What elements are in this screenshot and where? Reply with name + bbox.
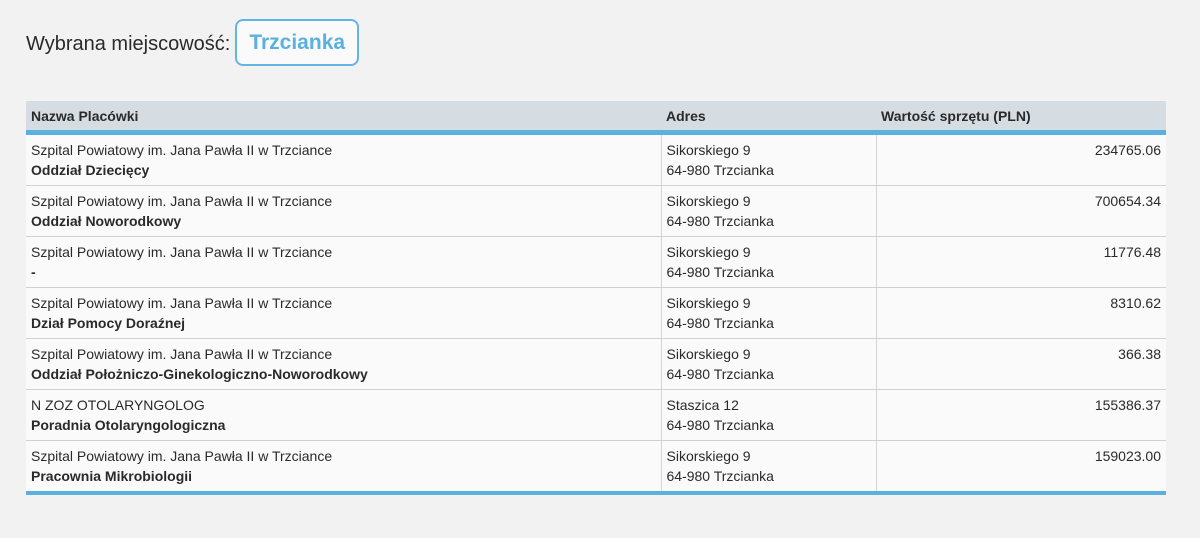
facility-unit: Oddział Dziecięcy [31, 162, 150, 178]
table-row: N ZOZ OTOLARYNGOLOG Poradnia Otolaryngolo… [26, 389, 1166, 441]
address-street: Sikorskiego 9 [666, 193, 751, 209]
address-cell: Sikorskiego 9 64-980 Trzcianka [661, 185, 877, 237]
selected-town-label: Wybrana miejscowość: [26, 33, 231, 55]
address-city: 64-980 Trzcianka [666, 264, 774, 280]
equipment-value-cell: 234765.06 [876, 132, 1166, 186]
facility-unit: Poradnia Otolaryngologiczna [31, 417, 226, 433]
equipment-value-cell: 700654.34 [876, 185, 1166, 237]
table-row: Szpital Powiatowy im. Jana Pawła II w Tr… [26, 338, 1166, 390]
column-header-address[interactable]: Adres [661, 101, 876, 133]
equipment-value: 366.38 [1118, 346, 1161, 362]
facility-cell: Szpital Powiatowy im. Jana Pawła II w Tr… [26, 338, 662, 390]
facility-unit: Oddział Położniczo-Ginekologiczno-Noworo… [31, 366, 368, 382]
facility-name: Szpital Powiatowy im. Jana Pawła II w Tr… [31, 244, 333, 260]
facility-unit: Dział Pomocy Doraźnej [31, 315, 186, 331]
facility-name: Szpital Powiatowy im. Jana Pawła II w Tr… [31, 142, 333, 158]
address-street: Sikorskiego 9 [666, 448, 751, 464]
address-cell: Staszica 12 64-980 Trzcianka [661, 389, 877, 441]
equipment-value: 700654.34 [1094, 193, 1161, 209]
address-city: 64-980 Trzcianka [666, 366, 774, 382]
address-cell: Sikorskiego 9 64-980 Trzcianka [661, 440, 877, 493]
equipment-value: 159023.00 [1094, 448, 1161, 464]
column-header-equipment-value[interactable]: Wartość sprzętu (PLN) [876, 101, 1166, 133]
table-row: Szpital Powiatowy im. Jana Pawła II w Tr… [26, 185, 1166, 237]
equipment-value-cell: 159023.00 [876, 441, 1166, 494]
address-cell: Sikorskiego 9 64-980 Trzcianka [661, 338, 877, 390]
facility-unit: - [31, 264, 36, 280]
address-city: 64-980 Trzcianka [666, 315, 774, 331]
address-city: 64-980 Trzcianka [666, 162, 774, 178]
facilities-table: Nazwa Placówki Adres Wartość sprzętu (PL… [26, 101, 1166, 495]
facility-cell: Szpital Powiatowy im. Jana Pawła II w Tr… [26, 185, 662, 237]
equipment-value: 155386.37 [1094, 397, 1161, 413]
address-city: 64-980 Trzcianka [666, 417, 774, 433]
facility-name: N ZOZ OTOLARYNGOLOG [31, 397, 205, 413]
equipment-value: 8310.62 [1110, 295, 1161, 311]
facility-cell: N ZOZ OTOLARYNGOLOG Poradnia Otolaryngolo… [26, 389, 662, 441]
address-cell: Sikorskiego 9 64-980 Trzcianka [661, 236, 877, 288]
address-city: 64-980 Trzcianka [666, 213, 774, 229]
equipment-value-cell: 366.38 [876, 338, 1166, 390]
facility-name: Szpital Powiatowy im. Jana Pawła II w Tr… [31, 295, 333, 311]
address-street: Staszica 12 [666, 397, 739, 413]
address-cell: Sikorskiego 9 64-980 Trzcianka [661, 287, 877, 339]
facility-name: Szpital Powiatowy im. Jana Pawła II w Tr… [31, 193, 333, 209]
equipment-value-cell: 11776.48 [876, 236, 1166, 288]
equipment-value-cell: 155386.37 [876, 389, 1166, 441]
equipment-value-cell: 8310.62 [876, 287, 1166, 339]
selected-town-badge[interactable]: Trzcianka [235, 19, 360, 66]
table-row: Szpital Powiatowy im. Jana Pawła II w Tr… [26, 287, 1166, 339]
table-row: Szpital Powiatowy im. Jana Pawła II w Tr… [26, 236, 1166, 288]
table-row: Szpital Powiatowy im. Jana Pawła II w Tr… [26, 440, 1166, 494]
address-street: Sikorskiego 9 [666, 142, 751, 158]
facility-cell: Szpital Powiatowy im. Jana Pawła II w Tr… [26, 440, 662, 493]
address-street: Sikorskiego 9 [666, 295, 751, 311]
table-row: Szpital Powiatowy im. Jana Pawła II w Tr… [26, 132, 1166, 186]
address-street: Sikorskiego 9 [666, 346, 751, 362]
table-header-row: Nazwa Placówki Adres Wartość sprzętu (PL… [26, 101, 1166, 133]
facility-name: Szpital Powiatowy im. Jana Pawła II w Tr… [31, 448, 333, 464]
address-street: Sikorskiego 9 [666, 244, 751, 260]
facility-name: Szpital Powiatowy im. Jana Pawła II w Tr… [31, 346, 333, 362]
facility-cell: Szpital Powiatowy im. Jana Pawła II w Tr… [26, 132, 662, 186]
equipment-value: 11776.48 [1103, 244, 1161, 260]
facility-cell: Szpital Powiatowy im. Jana Pawła II w Tr… [26, 236, 662, 288]
facility-cell: Szpital Powiatowy im. Jana Pawła II w Tr… [26, 287, 662, 339]
column-header-facility[interactable]: Nazwa Placówki [26, 101, 661, 133]
address-city: 64-980 Trzcianka [666, 468, 774, 484]
equipment-value: 234765.06 [1094, 142, 1161, 158]
town-selector: Wybrana miejscowość: Trzcianka [26, 19, 360, 66]
facility-unit: Oddział Noworodkowy [31, 213, 182, 229]
address-cell: Sikorskiego 9 64-980 Trzcianka [661, 132, 877, 186]
facility-unit: Pracownia Mikrobiologii [31, 468, 193, 484]
